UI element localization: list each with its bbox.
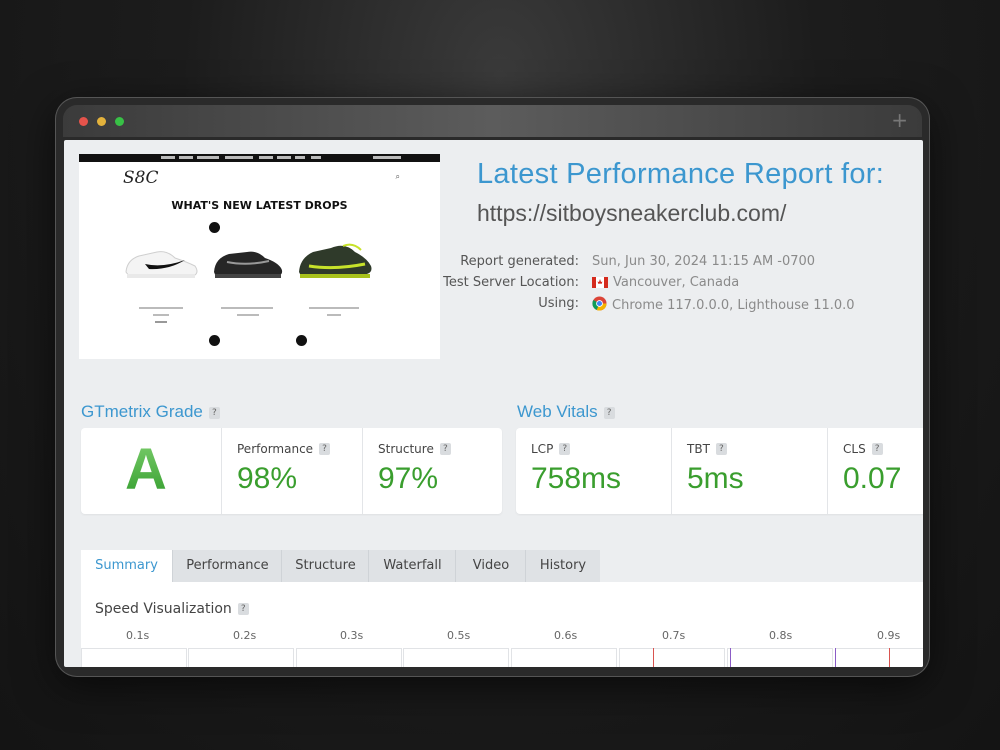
help-icon[interactable]: ? (603, 407, 615, 419)
preview-caption (153, 314, 169, 316)
title-bar: + (63, 105, 922, 137)
preview-caption (309, 307, 359, 309)
preview-caption (139, 307, 183, 309)
browser-window: + S8C ⌕ WHAT'S NEW LATEST DROPS Latest P… (55, 97, 930, 677)
filmstrip-frame[interactable] (188, 648, 294, 667)
performance-cell: Performance? 98% (221, 428, 362, 514)
meta-label: Using: (538, 296, 579, 311)
help-icon[interactable]: ? (871, 443, 883, 455)
report-title: Latest Performance Report for: (477, 158, 885, 190)
help-icon[interactable]: ? (208, 407, 220, 419)
timeline-tick: 0.6s (554, 629, 578, 642)
chrome-icon (592, 296, 607, 311)
filmstrip-frame[interactable] (835, 648, 923, 667)
cls-cell: CLS? 0.07 (827, 428, 923, 514)
structure-value: 97% (378, 462, 439, 495)
meta-label: Report generated: (460, 254, 579, 269)
timing-marker (653, 648, 654, 667)
timeline-tick: 0.1s (126, 629, 150, 642)
preview-badge (209, 222, 220, 233)
performance-value: 98% (237, 462, 298, 495)
tbt-label: TBT? (687, 442, 727, 456)
web-vitals-title: Web Vitals (517, 402, 598, 421)
meta-value: Sun, Jun 30, 2024 11:15 AM -0700 (592, 254, 816, 269)
white-sneaker-image (125, 251, 198, 278)
help-icon[interactable]: ? (319, 443, 331, 455)
tab-video[interactable]: Video (455, 550, 526, 582)
tbt-cell: TBT? 5ms (671, 428, 827, 514)
gtmetrix-grade-card: A Performance? 98% Structure? 97% (81, 428, 502, 514)
filmstrip-frame[interactable] (403, 648, 509, 667)
lcp-value: 758ms (531, 462, 622, 495)
meta-label: Test Server Location: (443, 275, 579, 290)
structure-label: Structure? (378, 442, 451, 456)
timeline-tick: 0.2s (233, 629, 257, 642)
tbt-value: 5ms (687, 462, 744, 495)
canada-flag-icon (592, 277, 608, 288)
timeline-tick: 0.9s (877, 629, 901, 642)
site-screenshot-preview[interactable]: S8C ⌕ WHAT'S NEW LATEST DROPS (79, 154, 440, 359)
speed-visualization-title: Speed Visualization (95, 601, 232, 617)
preview-nav-bar (79, 154, 440, 162)
new-tab-button[interactable]: + (891, 108, 908, 132)
tab-waterfall[interactable]: Waterfall (368, 550, 456, 582)
close-window-button[interactable] (79, 117, 88, 126)
meta-value: Chrome 117.0.0.0, Lighthouse 11.0.0 (612, 298, 855, 313)
cls-value: 0.07 (843, 462, 902, 495)
lcp-cell: LCP? 758ms (516, 428, 671, 514)
web-vitals-card: LCP? 758ms TBT? 5ms CLS? 0.07 (516, 428, 923, 514)
meta-value-wrap: Chrome 117.0.0.0, Lighthouse 11.0.0 (592, 296, 855, 313)
help-icon[interactable]: ? (439, 443, 451, 455)
lcp-label: LCP? (531, 442, 571, 456)
gtmetrix-grade-title: GTmetrix Grade (81, 402, 203, 421)
web-vitals-heading: Web Vitals? (517, 402, 615, 422)
black-sneaker-image (214, 251, 283, 278)
cls-label: CLS? (843, 442, 883, 456)
timeline-tick: 0.3s (340, 629, 364, 642)
preview-badge (296, 335, 307, 346)
filmstrip-frame[interactable] (619, 648, 725, 667)
preview-price (155, 321, 167, 323)
tab-summary[interactable]: Summary (81, 550, 172, 582)
timeline-tick: 0.8s (769, 629, 793, 642)
preview-search-icon: ⌕ (395, 172, 400, 181)
timeline-tick: 0.5s (447, 629, 471, 642)
filmstrip-frame[interactable] (511, 648, 617, 667)
page-viewport: S8C ⌕ WHAT'S NEW LATEST DROPS Latest Per… (64, 140, 923, 667)
timing-marker (730, 648, 731, 667)
preview-caption (221, 307, 273, 309)
speed-visualization-heading: Speed Visualization? (95, 601, 249, 617)
filmstrip-frame[interactable] (296, 648, 402, 667)
tab-structure[interactable]: Structure (281, 550, 369, 582)
preview-caption (327, 314, 341, 316)
volt-sneaker-image (299, 243, 372, 278)
help-icon[interactable]: ? (237, 603, 249, 615)
help-icon[interactable]: ? (715, 443, 727, 455)
report-generated-row: Report generated: Sun, Jun 30, 2024 11:1… (444, 254, 884, 274)
structure-cell: Structure? 97% (362, 428, 503, 514)
preview-logo: S8C (123, 168, 159, 188)
using-row: Using: Chrome 117.0.0.0, Lighthouse 11.0… (444, 296, 884, 316)
grade-letter: A (125, 437, 167, 502)
help-icon[interactable]: ? (559, 443, 571, 455)
meta-value-wrap: Vancouver, Canada (592, 275, 739, 290)
preview-heading: WHAT'S NEW LATEST DROPS (171, 199, 348, 212)
tab-history[interactable]: History (525, 550, 600, 582)
filmstrip-frame[interactable] (727, 648, 833, 667)
minimize-window-button[interactable] (97, 117, 106, 126)
preview-badge (209, 335, 220, 346)
server-location-row: Test Server Location: Vancouver, Canada (443, 275, 884, 295)
report-url[interactable]: https://sitboysneakerclub.com/ (477, 200, 786, 227)
timing-marker (889, 648, 890, 667)
summary-panel: Speed Visualization? 0.1s 0.2s 0.3s 0.5s… (81, 582, 923, 667)
filmstrip-frame[interactable] (81, 648, 187, 667)
preview-caption (237, 314, 259, 316)
performance-label: Performance? (237, 442, 331, 456)
tab-performance[interactable]: Performance (172, 550, 282, 582)
gtmetrix-grade-heading: GTmetrix Grade? (81, 402, 220, 422)
timeline-tick: 0.7s (662, 629, 686, 642)
maximize-window-button[interactable] (115, 117, 124, 126)
timing-marker (835, 648, 836, 667)
meta-value: Vancouver, Canada (613, 275, 740, 290)
